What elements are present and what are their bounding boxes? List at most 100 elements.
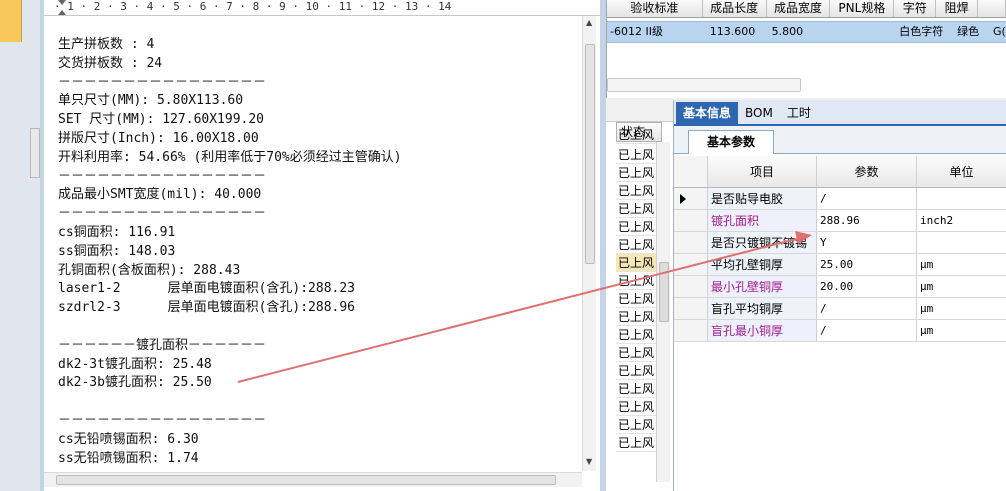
row-indicator: [674, 188, 708, 209]
ruler-scale: · 1 · 2 · 3 · 4 · 5 · 6 · 7 · 8 · 9 · 10…: [54, 0, 452, 13]
param-value[interactable]: 20.00: [817, 276, 917, 297]
scrollbar-thumb[interactable]: [56, 475, 556, 485]
table-row[interactable]: 是否只镀铜不镀锡 Y: [674, 232, 1006, 254]
param-unit: inch2: [920, 214, 954, 227]
param-unit: μm: [920, 280, 934, 293]
tab-basic-params[interactable]: 基本参数: [688, 130, 774, 154]
param-item: 是否只镀铜不镀锡: [708, 232, 817, 253]
table-row[interactable]: -6012 II级 113.600 5.800 白色字符 绿色 G(: [607, 21, 1006, 43]
scrollbar-thumb[interactable]: [659, 262, 669, 322]
text-line: dk2-3t镀孔面积: 25.48: [58, 356, 212, 372]
tab-bom[interactable]: BOM: [738, 102, 780, 124]
status-cell[interactable]: 已上风: [616, 380, 656, 398]
table-row[interactable]: 盲孔平均铜厚 / μm: [674, 298, 1006, 320]
col-header-width[interactable]: 成品宽度: [767, 0, 831, 17]
row-indicator: [674, 210, 708, 231]
text-line: －－－－－－－－－－－－－－－－: [58, 206, 267, 222]
left-yellow-tab[interactable]: [0, 0, 22, 42]
param-value[interactable]: Y: [817, 232, 917, 253]
row-indicator: [674, 276, 708, 297]
param-value[interactable]: /: [817, 320, 917, 341]
param-item: 镀孔面积: [708, 210, 817, 231]
status-cell[interactable]: 已上风: [616, 146, 656, 164]
text-line: 成品最小SMT宽度(mil): 40.000: [58, 187, 262, 203]
text-line: [58, 393, 578, 412]
param-value[interactable]: 288.96: [817, 210, 917, 231]
status-cell[interactable]: 已上风: [616, 126, 656, 144]
status-list-toolbar: [606, 100, 673, 122]
table-row[interactable]: 平均孔壁铜厚 25.00 μm: [674, 254, 1006, 276]
text-line: laser1-2 层单面电镀面积(含孔):288.23: [58, 281, 356, 297]
left-app-strip: [0, 0, 40, 491]
cell-acceptance: -6012 II级: [610, 25, 663, 38]
detail-tabs: 基本信息 BOM 工时: [674, 100, 1006, 126]
tab-work-hours[interactable]: 工时: [780, 102, 818, 124]
col-header-item[interactable]: 项目: [708, 156, 817, 187]
status-list-scrollbar[interactable]: [656, 142, 670, 482]
status-cell[interactable]: 已上风: [616, 434, 656, 452]
status-cell[interactable]: 已上风: [616, 218, 656, 236]
status-cell[interactable]: 已上风: [616, 200, 656, 218]
status-cell[interactable]: 已上风: [616, 398, 656, 416]
editor-vertical-scrollbar[interactable]: ▲ ▼: [582, 16, 596, 471]
param-item: 平均孔壁铜厚: [708, 254, 817, 275]
table-row[interactable]: 盲孔最小铜厚 / μm: [674, 320, 1006, 342]
ruler: · 1 · 2 · 3 · 4 · 5 · 6 · 7 · 8 · 9 · 10…: [44, 0, 600, 16]
row-indicator: [674, 320, 708, 341]
status-cell[interactable]: 已上风: [616, 164, 656, 182]
table-row[interactable]: 镀孔面积 288.96 inch2: [674, 210, 1006, 232]
param-unit: μm: [920, 324, 934, 337]
param-value[interactable]: /: [817, 188, 917, 209]
status-cell[interactable]: 已上风: [616, 272, 656, 290]
text-line: －－－－－－镀孔面积－－－－－－: [58, 337, 267, 353]
status-cell[interactable]: 已上风: [616, 236, 656, 254]
order-grid-header: 验收标准 成品长度 成品宽度 PNL规格 字符 阻焊: [607, 0, 1006, 18]
row-indicator-header: [674, 156, 708, 187]
status-cell[interactable]: 已上风: [616, 254, 656, 272]
text-line: 开料利用率: 54.66% (利用率低于70%必须经过主管确认): [58, 149, 402, 165]
scroll-down-icon[interactable]: ▼: [586, 457, 592, 466]
editor-horizontal-scrollbar[interactable]: [44, 472, 582, 487]
editor-text-area[interactable]: 生产拼板数 : 4 交货拼板数 : 24 －－－－－－－－－－－－－－－－ 单只尺寸(…: [58, 36, 578, 468]
param-unit: [917, 188, 1006, 209]
indent-marker-icon[interactable]: [58, 0, 66, 16]
cell-extra: G(: [993, 25, 1006, 38]
status-list: 状态 已上风 已上风 已上风 已上风 已上风 已上风 已上风 已上风 已上风 已上风 已上风 已上风已…: [606, 100, 674, 491]
param-item: 最小孔壁铜厚: [708, 276, 817, 297]
col-header-soldermask[interactable]: 阻焊: [936, 0, 979, 17]
col-header-value[interactable]: 参数: [817, 156, 917, 187]
table-row[interactable]: 是否贴导电胶 /: [674, 188, 1006, 210]
col-header-extra[interactable]: [978, 0, 1006, 17]
text-line: －－－－－－－－－－－－－－－－: [58, 74, 267, 90]
status-cell[interactable]: 已上风: [616, 308, 656, 326]
status-cell[interactable]: 已上风: [616, 416, 656, 434]
param-item: 是否贴导电胶: [708, 188, 817, 209]
status-cell[interactable]: 已上风: [616, 326, 656, 344]
row-indicator: [674, 298, 708, 319]
param-value[interactable]: /: [817, 298, 917, 319]
status-cell[interactable]: 已上风: [616, 344, 656, 362]
text-line: dk2-3b镀孔面积: 25.50: [58, 375, 212, 391]
text-line: －－－－－－－－－－－－－－－－: [58, 412, 267, 428]
order-grid-scrollbar[interactable]: [607, 78, 801, 92]
order-grid: 验收标准 成品长度 成品宽度 PNL规格 字符 阻焊 -6012 II级 113…: [606, 0, 1006, 98]
status-cell[interactable]: 已上风: [616, 362, 656, 380]
current-row-arrow-icon: [680, 194, 686, 204]
tab-basic-info[interactable]: 基本信息: [676, 102, 739, 124]
param-value[interactable]: 25.00: [817, 254, 917, 275]
text-line: ss铜面积: 148.03: [58, 243, 176, 259]
scrollbar-thumb[interactable]: [585, 44, 595, 264]
scroll-up-icon[interactable]: ▲: [586, 18, 592, 27]
col-header-length[interactable]: 成品长度: [703, 0, 767, 17]
status-cell[interactable]: 已上风: [616, 182, 656, 200]
col-header-unit[interactable]: 单位: [917, 156, 1006, 187]
col-header-acceptance[interactable]: 验收标准: [607, 0, 703, 17]
col-header-pnl[interactable]: PNL规格: [830, 0, 895, 17]
left-side-tab[interactable]: [30, 128, 40, 178]
text-line: szdrl2-3 层单面电镀面积(含孔):288.96: [58, 300, 356, 316]
table-row[interactable]: 最小孔壁铜厚 20.00 μm: [674, 276, 1006, 298]
param-unit: [917, 232, 1006, 253]
text-line: cs铜面积: 116.91: [58, 224, 176, 240]
col-header-legend[interactable]: 字符: [894, 0, 937, 17]
status-cell[interactable]: 已上风: [616, 290, 656, 308]
